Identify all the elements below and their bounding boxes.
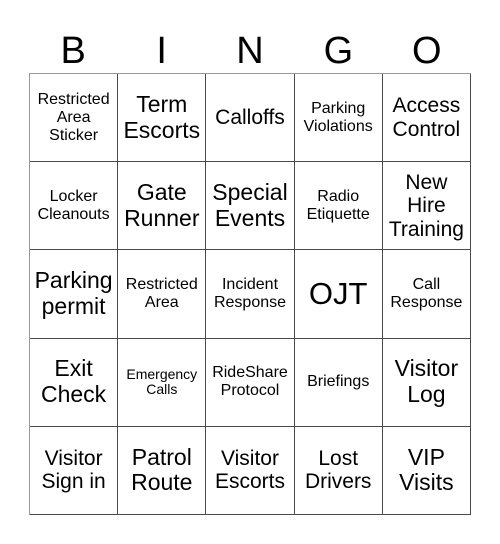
bingo-cell-r1c1[interactable]: Restricted Area Sticker — [30, 74, 119, 163]
bingo-cell-r4c1[interactable]: Exit Check — [30, 338, 119, 427]
bingo-cell-label: Lost Drivers — [304, 446, 372, 494]
bingo-cell-r1c2[interactable]: Term Escorts — [118, 74, 207, 163]
bingo-cell-label: Call Response — [390, 276, 463, 311]
bingo-cell-r1c5[interactable]: Access Control — [382, 74, 471, 163]
bingo-cell-r4c2[interactable]: Emergency Calls — [118, 338, 207, 427]
bingo-cell-r2c4[interactable]: Radio Etiquette — [294, 162, 383, 251]
bingo-cell-r2c5[interactable]: New Hire Training — [382, 162, 471, 251]
bingo-cell-label: Visitor Escorts — [214, 446, 285, 494]
bingo-cell-r1c3[interactable]: Calloffs — [206, 74, 295, 163]
bingo-header: BINGO — [29, 16, 471, 72]
bingo-cell-r4c3[interactable]: RideShare Protocol — [206, 338, 295, 427]
bingo-header-letter-b: B — [60, 30, 86, 72]
bingo-cell-label: Emergency Calls — [126, 365, 198, 398]
bingo-cell-label: Restricted Area — [125, 276, 198, 311]
bingo-cell-label: Gate Runner — [124, 179, 200, 231]
bingo-cell-r4c4[interactable]: Briefings — [294, 338, 383, 427]
bingo-cell-label: Patrol Route — [131, 443, 193, 496]
bingo-card: B I N G O Restricted Area Sticker Term Escort… — [0, 0, 500, 544]
bingo-cell-label: Parking Violations — [303, 99, 373, 135]
bingo-cell-label: RideShare Protocol — [212, 364, 288, 400]
bingo-cell-r3c5[interactable]: Call Response — [382, 250, 471, 339]
bingo-cell-r3c3[interactable]: Incident Response — [206, 250, 295, 339]
bingo-cell-r2c1[interactable]: Locker Cleanouts — [30, 162, 119, 251]
bingo-cell-label: VIP Visits — [399, 443, 454, 496]
bingo-cell-label: Incident Response — [213, 276, 287, 311]
bingo-cell-label: New Hire Training — [388, 170, 464, 241]
bingo-cell-r5c1[interactable]: Visitor Sign in — [30, 426, 119, 515]
bingo-header-letter-g: G — [323, 30, 354, 72]
bingo-cell-r2c2[interactable]: Gate Runner — [118, 162, 207, 251]
bingo-cell-r1c4[interactable]: Parking Violations — [294, 74, 383, 163]
bingo-cell-r3c2[interactable]: Restricted Area — [118, 250, 207, 339]
bingo-cell-label: Parking permit — [34, 267, 113, 319]
bingo-cell-label: Special Events — [212, 179, 288, 231]
bingo-cell-label: Access Control — [392, 94, 461, 141]
bingo-cell-r5c4[interactable]: Lost Drivers — [294, 426, 383, 515]
bingo-header-letter-o: O — [412, 30, 442, 72]
bingo-cell-r4c5[interactable]: Visitor Log — [382, 338, 471, 427]
bingo-grid: Restricted Area Sticker Term Escorts Callo… — [29, 73, 471, 515]
bingo-cell-label: Visitor Log — [394, 355, 459, 408]
bingo-cell-label: Calloffs — [215, 105, 285, 129]
bingo-header-letter-i: I — [156, 30, 167, 72]
bingo-cell-label: Restricted Area Sticker — [37, 90, 110, 144]
bingo-cell-r3c1[interactable]: Parking permit — [30, 250, 119, 339]
bingo-cell-r2c3[interactable]: Special Events — [206, 162, 295, 251]
bingo-cell-r5c5[interactable]: VIP Visits — [382, 426, 471, 515]
bingo-cell-label: Term Escorts — [123, 90, 201, 143]
bingo-cell-label: Visitor Sign in — [41, 446, 106, 494]
bingo-cell-label: Locker Cleanouts — [37, 187, 110, 223]
bingo-cell-r3c4[interactable]: OJT — [294, 250, 383, 339]
bingo-cell-label: Briefings — [307, 373, 370, 391]
bingo-cell-r5c2[interactable]: Patrol Route — [118, 426, 207, 515]
bingo-cell-r5c3[interactable]: Visitor Escorts — [206, 426, 295, 515]
bingo-cell-label: Exit Check — [40, 355, 107, 408]
bingo-header-letter-n: N — [236, 30, 264, 72]
bingo-cell-label: OJT — [308, 275, 368, 311]
bingo-cell-label: Radio Etiquette — [306, 187, 370, 223]
